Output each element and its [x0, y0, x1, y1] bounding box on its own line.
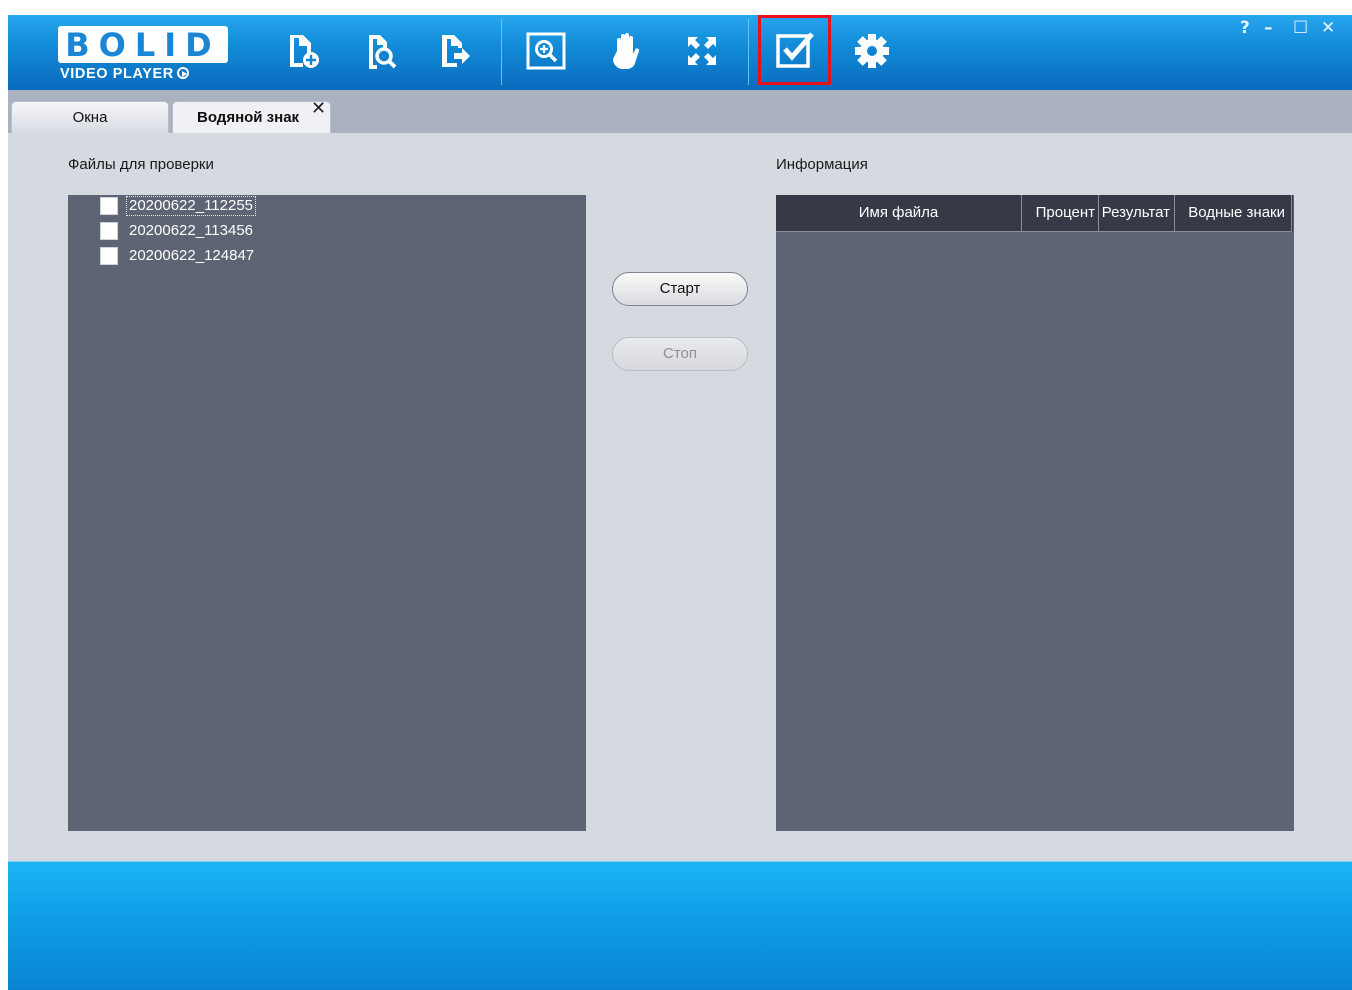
file-list-panel: 20200622_112255 20200622_113456 20200622… — [68, 195, 586, 831]
minimize-button[interactable]: – — [1264, 18, 1273, 38]
close-window-button[interactable]: ✕ — [1321, 18, 1335, 38]
tab-watermark[interactable]: Водяной знак ✕ — [172, 98, 331, 133]
column-header-percent[interactable]: Процент — [1022, 195, 1099, 232]
column-header-watermarks[interactable]: Водные знаки — [1175, 195, 1292, 232]
tab-watermark-label: Водяной знак — [197, 109, 300, 126]
logo-subtitle: VIDEO PLAYER — [60, 66, 189, 82]
information-title: Информация — [776, 156, 868, 173]
play-circle-icon — [176, 67, 189, 79]
stop-button[interactable]: Стоп — [612, 337, 748, 371]
logo-wordmark: BOLID — [65, 26, 221, 64]
file-name: 20200622_112255 — [125, 196, 257, 216]
hand-pan-icon — [613, 33, 640, 70]
column-header-result[interactable]: Результат — [1099, 195, 1175, 232]
add-file-button[interactable] — [276, 25, 332, 77]
search-file-icon — [369, 35, 397, 69]
bottom-panel — [8, 861, 1352, 990]
file-checkbox[interactable] — [100, 222, 118, 240]
file-list-item[interactable]: 20200622_113456 — [100, 220, 255, 242]
app-window: BOLID VIDEO PLAYER ? – ☐ ✕ Окна Водяной … — [8, 15, 1352, 990]
zoom-icon — [526, 32, 566, 70]
file-list-item[interactable]: 20200622_124847 — [100, 245, 256, 267]
watermark-check-icon — [775, 32, 814, 68]
file-name: 20200622_113456 — [129, 222, 254, 239]
fullscreen-button[interactable] — [674, 25, 730, 77]
tab-windows[interactable]: Окна — [11, 101, 169, 133]
column-header-filename[interactable]: Имя файла — [776, 195, 1022, 232]
file-checkbox[interactable] — [100, 197, 118, 215]
export-button[interactable] — [426, 25, 482, 77]
fullscreen-icon — [688, 37, 716, 65]
tab-bar: Окна Водяной знак ✕ — [8, 90, 1352, 133]
start-button[interactable]: Старт — [612, 272, 748, 306]
toolbar-separator — [748, 19, 749, 85]
add-file-icon — [290, 35, 319, 68]
watermark-check-button[interactable] — [758, 15, 831, 85]
file-name: 20200622_124847 — [129, 247, 255, 264]
tab-close-icon[interactable]: ✕ — [311, 92, 326, 124]
settings-gear-icon — [855, 34, 889, 68]
zoom-button[interactable] — [518, 25, 574, 77]
file-checkbox[interactable] — [100, 247, 118, 265]
hand-pan-button[interactable] — [598, 25, 654, 77]
logo-subtitle-text: VIDEO PLAYER — [60, 66, 174, 82]
file-list-item[interactable]: 20200622_112255 — [100, 195, 257, 217]
info-table-header: Имя файла Процент Результат Водные знаки — [776, 195, 1293, 232]
files-to-check-title: Файлы для проверки — [68, 156, 214, 173]
settings-button[interactable] — [844, 25, 900, 77]
information-panel: Имя файла Процент Результат Водные знаки — [776, 195, 1294, 831]
maximize-button[interactable]: ☐ — [1293, 18, 1308, 38]
main-toolbar: BOLID VIDEO PLAYER ? – ☐ ✕ — [8, 15, 1352, 90]
search-file-button[interactable] — [354, 25, 410, 77]
bolid-logo: BOLID VIDEO PLAYER — [58, 21, 233, 83]
toolbar-separator — [501, 19, 502, 85]
help-button[interactable]: ? — [1240, 18, 1250, 38]
tab-windows-label: Окна — [72, 109, 108, 126]
export-icon — [442, 35, 470, 67]
